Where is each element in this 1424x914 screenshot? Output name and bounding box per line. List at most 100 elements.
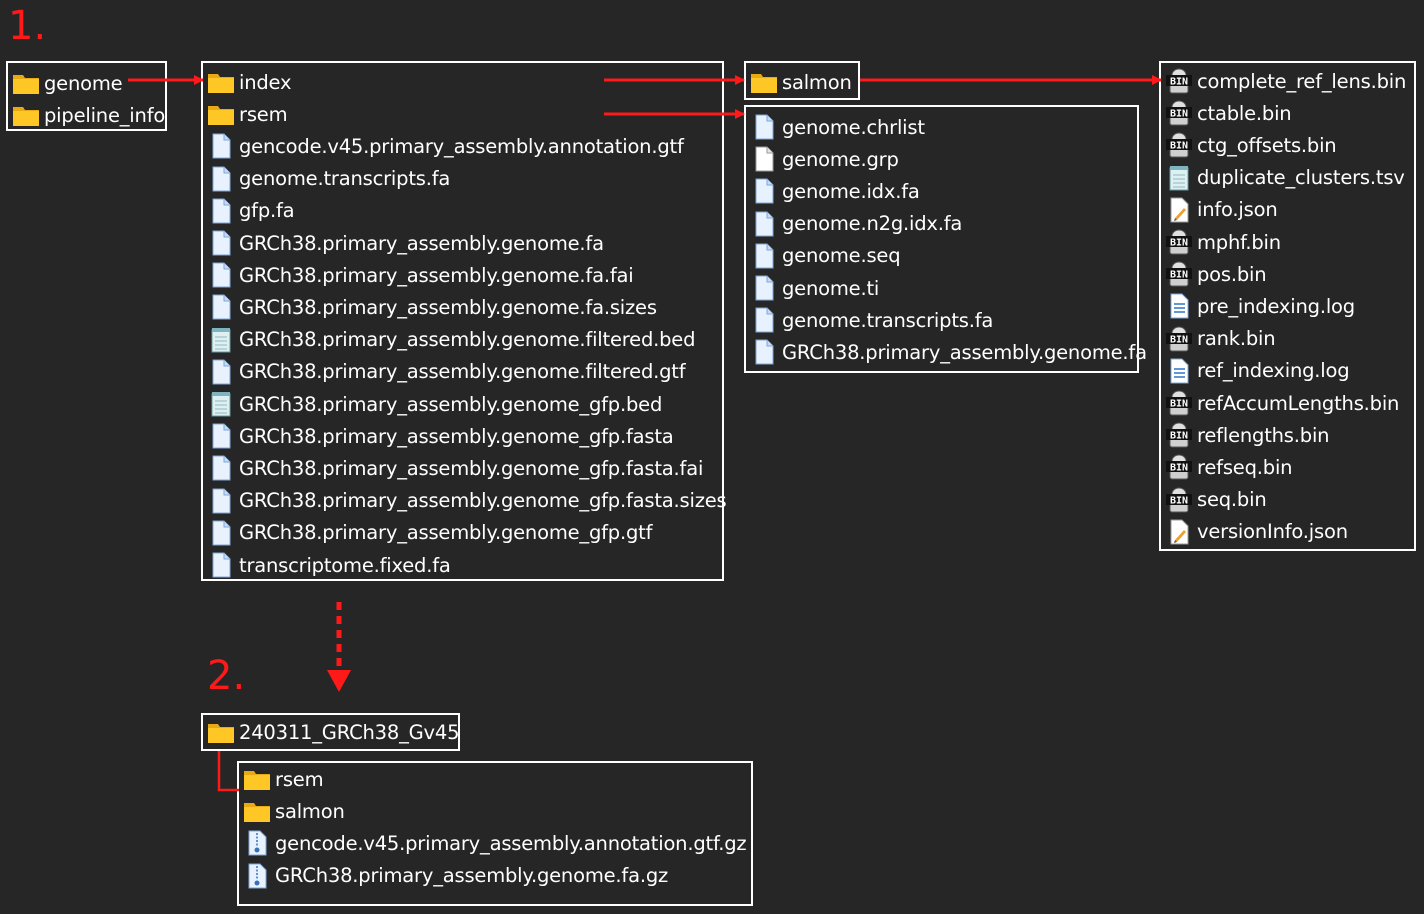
list-item[interactable]: genome.ti: [750, 273, 879, 303]
item-label: GRCh38.primary_assembly.genome.fa.gz: [275, 864, 669, 888]
list-item[interactable]: GRCh38.primary_assembly.genome_gfp.fasta: [207, 421, 674, 451]
list-item[interactable]: BIN rank.bin: [1165, 324, 1276, 354]
list-item[interactable]: GRCh38.primary_assembly.genome.filtered.…: [207, 357, 686, 387]
svg-text:BIN: BIN: [1170, 334, 1188, 345]
item-label: mphf.bin: [1197, 230, 1281, 254]
file-icon: [750, 114, 778, 140]
list-item[interactable]: GRCh38.primary_assembly.genome_gfp.fasta…: [207, 486, 727, 516]
list-item[interactable]: BIN ctable.bin: [1165, 98, 1292, 128]
svg-text:BIN: BIN: [1170, 77, 1188, 88]
file-icon: [207, 359, 235, 385]
item-label: genome: [44, 71, 123, 95]
file-icon: [750, 307, 778, 333]
item-label: refAccumLengths.bin: [1197, 391, 1400, 415]
list-item[interactable]: genome.transcripts.fa: [750, 305, 993, 335]
list-item[interactable]: BIN refAccumLengths.bin: [1165, 388, 1399, 418]
list-item[interactable]: transcriptome.fixed.fa: [207, 550, 451, 580]
item-label: gencode.v45.primary_assembly.annotation.…: [275, 831, 747, 855]
item-label: rsem: [239, 102, 288, 126]
svg-text:BIN: BIN: [1170, 463, 1188, 474]
list-item[interactable]: gencode.v45.primary_assembly.annotation.…: [207, 131, 684, 161]
item-label: pos.bin: [1197, 262, 1267, 286]
list-item[interactable]: gencode.v45.primary_assembly.annotation.…: [243, 828, 747, 858]
item-label: GRCh38.primary_assembly.genome_gfp.bed: [239, 392, 663, 416]
log-icon: [1165, 358, 1193, 384]
bin-icon: BIN: [1165, 422, 1193, 448]
list-item[interactable]: rsem: [243, 764, 324, 794]
list-item[interactable]: genome.n2g.idx.fa: [750, 209, 962, 239]
svg-text:BIN: BIN: [1170, 431, 1188, 442]
item-label: rsem: [275, 767, 324, 791]
item-label: genome.chrlist: [782, 115, 925, 139]
json-icon: [1165, 519, 1193, 545]
folder-icon: [243, 798, 271, 824]
list-item[interactable]: index: [207, 67, 292, 97]
item-label: gencode.v45.primary_assembly.annotation.…: [239, 134, 684, 158]
list-item[interactable]: ref_indexing.log: [1165, 356, 1350, 386]
list-item[interactable]: 240311_GRCh38_Gv45: [207, 717, 459, 747]
step-two-label: 2.: [207, 653, 246, 699]
list-item[interactable]: BIN complete_ref_lens.bin: [1165, 66, 1406, 96]
item-label: GRCh38.primary_assembly.genome.fa: [239, 231, 604, 255]
list-item[interactable]: genome.grp: [750, 144, 899, 174]
folder-icon: [207, 69, 235, 95]
list-item[interactable]: rsem: [207, 99, 288, 129]
list-item[interactable]: genome.idx.fa: [750, 176, 920, 206]
list-item[interactable]: BIN pos.bin: [1165, 259, 1267, 289]
folder-icon: [12, 70, 40, 96]
list-item[interactable]: BIN refseq.bin: [1165, 452, 1293, 482]
item-label: ctg_offsets.bin: [1197, 133, 1337, 157]
bin-icon: BIN: [1165, 132, 1193, 158]
file-icon: [207, 133, 235, 159]
zip-file-icon: [243, 863, 271, 889]
file-icon: [750, 339, 778, 365]
list-item[interactable]: info.json: [1165, 195, 1278, 225]
list-item[interactable]: genome: [12, 68, 123, 98]
list-item[interactable]: GRCh38.primary_assembly.genome_gfp.gtf: [207, 518, 652, 548]
list-item[interactable]: genome.seq: [750, 241, 901, 271]
item-label: versionInfo.json: [1197, 520, 1348, 544]
list-item[interactable]: salmon: [243, 796, 345, 826]
list-item[interactable]: duplicate_clusters.tsv: [1165, 163, 1405, 193]
list-item[interactable]: GRCh38.primary_assembly.genome.fa.gz: [243, 861, 668, 891]
notepad-icon: [207, 327, 235, 353]
list-item[interactable]: GRCh38.primary_assembly.genome_gfp.bed: [207, 389, 662, 419]
file-icon: [207, 488, 235, 514]
bin-icon: BIN: [1165, 229, 1193, 255]
list-item[interactable]: GRCh38.primary_assembly.genome.fa.fai: [207, 260, 634, 290]
list-item[interactable]: genome.chrlist: [750, 112, 925, 142]
item-label: pipeline_info: [44, 103, 166, 127]
item-label: GRCh38.primary_assembly.genome.fa.fai: [239, 263, 634, 287]
item-label: genome.seq: [782, 244, 901, 268]
item-label: 240311_GRCh38_Gv45: [239, 720, 460, 744]
item-label: ref_indexing.log: [1197, 359, 1350, 383]
svg-text:BIN: BIN: [1170, 495, 1188, 506]
item-label: GRCh38.primary_assembly.genome_gfp.fasta…: [239, 489, 727, 513]
list-item[interactable]: GRCh38.primary_assembly.genome.fa.sizes: [207, 292, 657, 322]
bin-icon: BIN: [1165, 487, 1193, 513]
list-item[interactable]: BIN reflengths.bin: [1165, 420, 1330, 450]
item-label: genome.n2g.idx.fa: [782, 212, 963, 236]
list-item[interactable]: GRCh38.primary_assembly.genome.filtered.…: [207, 325, 695, 355]
item-label: info.json: [1197, 198, 1278, 222]
bin-icon: BIN: [1165, 390, 1193, 416]
list-item[interactable]: GRCh38.primary_assembly.genome_gfp.fasta…: [207, 453, 703, 483]
tree-connector: [217, 751, 239, 792]
list-item[interactable]: genome.transcripts.fa: [207, 164, 450, 194]
list-item[interactable]: gfp.fa: [207, 196, 295, 226]
list-item[interactable]: BIN ctg_offsets.bin: [1165, 130, 1337, 160]
rsem-folder-box: genome.chrlist genome.grp genome.idx.fa gen…: [744, 105, 1147, 373]
list-item[interactable]: pipeline_info: [12, 100, 165, 130]
list-item[interactable]: GRCh38.primary_assembly.genome.fa: [750, 337, 1147, 367]
list-item[interactable]: versionInfo.json: [1165, 517, 1348, 547]
file-icon: [207, 230, 235, 256]
list-item[interactable]: BIN seq.bin: [1165, 485, 1267, 515]
list-item[interactable]: GRCh38.primary_assembly.genome.fa: [207, 228, 604, 258]
bin-icon: BIN: [1165, 326, 1193, 352]
final-root-folder-box: 240311_GRCh38_Gv45: [201, 713, 460, 751]
list-item[interactable]: BIN mphf.bin: [1165, 227, 1281, 257]
item-label: genome.idx.fa: [782, 179, 920, 203]
list-item[interactable]: pre_indexing.log: [1165, 291, 1355, 321]
folder-icon: [12, 102, 40, 128]
list-item[interactable]: salmon: [750, 67, 852, 97]
